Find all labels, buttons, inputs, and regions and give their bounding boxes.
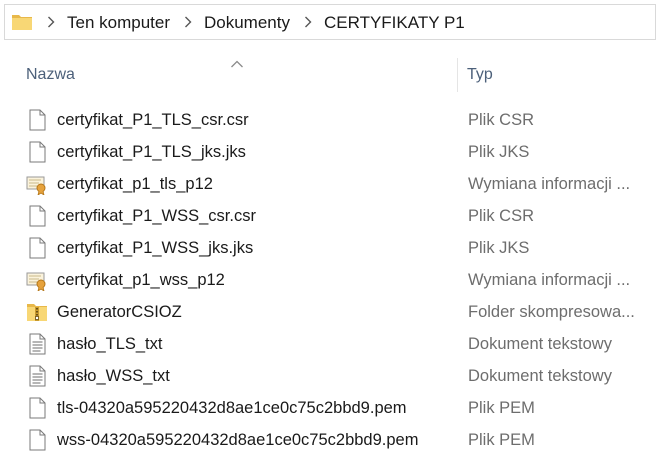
breadcrumb-this-pc[interactable]: Ten komputer xyxy=(67,14,170,31)
file-name: certyfikat_P1_WSS_csr.csr xyxy=(57,207,256,225)
column-header: Nazwa Typ xyxy=(0,56,658,94)
file-name: certyfikat_p1_wss_p12 xyxy=(57,271,225,289)
file-name: certyfikat_p1_tls_p12 xyxy=(57,175,213,193)
file-type: Wymiana informacji ... xyxy=(468,271,631,289)
file-row[interactable]: certyfikat_p1_wss_p12 Wymiana informacji… xyxy=(0,264,658,296)
file-row[interactable]: tls-04320a595220432d8ae1ce0c75c2bbd9.pem… xyxy=(0,392,658,424)
file-type: Wymiana informacji ... xyxy=(468,175,631,193)
file-type: Plik JKS xyxy=(468,143,530,161)
text-file-icon xyxy=(26,365,48,387)
file-name: hasło_WSS_txt xyxy=(57,367,170,385)
file-type: Plik PEM xyxy=(468,399,535,417)
column-divider[interactable] xyxy=(457,58,458,92)
file-type: Plik JKS xyxy=(468,239,530,257)
file-name: hasło_TLS_txt xyxy=(57,335,163,353)
folder-icon xyxy=(11,12,33,32)
breadcrumb-current-folder[interactable]: CERTYFIKATY P1 xyxy=(324,14,465,31)
breadcrumb-documents[interactable]: Dokumenty xyxy=(204,14,290,31)
file-type: Plik CSR xyxy=(468,111,535,129)
column-header-name[interactable]: Nazwa xyxy=(26,66,75,84)
file-name: certyfikat_P1_WSS_jks.jks xyxy=(57,239,254,257)
blank-file-icon xyxy=(26,237,48,259)
file-row[interactable]: hasło_WSS_txt Dokument tekstowy xyxy=(0,360,658,392)
file-row[interactable]: certyfikat_P1_TLS_jks.jks Plik JKS xyxy=(0,136,658,168)
file-type: Plik CSR xyxy=(468,207,535,225)
file-type: Dokument tekstowy xyxy=(468,367,612,385)
file-name: tls-04320a595220432d8ae1ce0c75c2bbd9.pem xyxy=(57,399,407,417)
file-type: Folder skompresowa... xyxy=(468,303,635,321)
file-name: certyfikat_P1_TLS_csr.csr xyxy=(57,111,249,129)
file-row[interactable]: hasło_TLS_txt Dokument tekstowy xyxy=(0,328,658,360)
file-type: Dokument tekstowy xyxy=(468,335,612,353)
file-row[interactable]: certyfikat_P1_WSS_jks.jks Plik JKS xyxy=(0,232,658,264)
certificate-file-icon xyxy=(26,269,48,291)
chevron-up-icon xyxy=(230,56,244,68)
file-name: certyfikat_P1_TLS_jks.jks xyxy=(57,143,246,161)
file-explorer-window: Ten komputer Dokumenty CERTYFIKATY P1 Na… xyxy=(0,0,658,468)
chevron-right-icon[interactable] xyxy=(181,15,195,29)
text-file-icon xyxy=(26,333,48,355)
zip-folder-icon xyxy=(26,301,48,323)
column-header-type[interactable]: Typ xyxy=(467,66,493,84)
file-type: Plik PEM xyxy=(468,431,535,449)
chevron-right-icon[interactable] xyxy=(44,15,58,29)
file-name: wss-04320a595220432d8ae1ce0c75c2bbd9.pem xyxy=(57,431,419,449)
blank-file-icon xyxy=(26,109,48,131)
certificate-file-icon xyxy=(26,173,48,195)
file-row[interactable]: certyfikat_P1_WSS_csr.csr Plik CSR xyxy=(0,200,658,232)
file-list: certyfikat_P1_TLS_csr.csr Plik CSR certy… xyxy=(0,104,658,456)
blank-file-icon xyxy=(26,141,48,163)
file-row[interactable]: wss-04320a595220432d8ae1ce0c75c2bbd9.pem… xyxy=(0,424,658,456)
address-bar[interactable]: Ten komputer Dokumenty CERTYFIKATY P1 xyxy=(4,4,656,40)
file-row[interactable]: certyfikat_P1_TLS_csr.csr Plik CSR xyxy=(0,104,658,136)
chevron-right-icon[interactable] xyxy=(301,15,315,29)
blank-file-icon xyxy=(26,429,48,451)
blank-file-icon xyxy=(26,205,48,227)
file-row[interactable]: certyfikat_p1_tls_p12 Wymiana informacji… xyxy=(0,168,658,200)
blank-file-icon xyxy=(26,397,48,419)
file-row[interactable]: GeneratorCSIOZ Folder skompresowa... xyxy=(0,296,658,328)
file-name: GeneratorCSIOZ xyxy=(57,303,182,321)
